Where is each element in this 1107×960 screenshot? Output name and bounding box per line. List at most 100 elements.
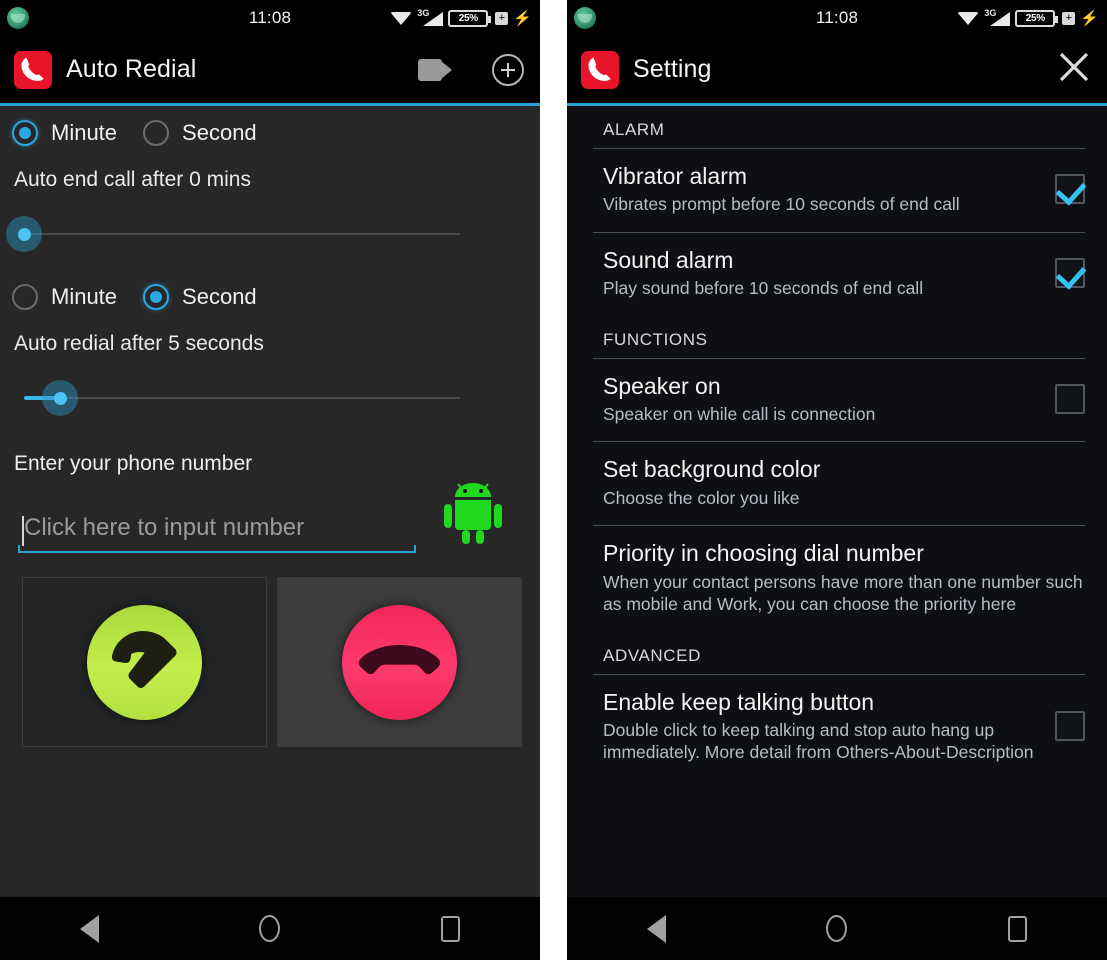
dual-screenshot-container: 11:08 3G 25% + ⚡ Auto Redial Minute Seco…	[0, 0, 1107, 960]
back-triangle-icon[interactable]	[80, 914, 100, 943]
radio-end-call-minute[interactable]	[12, 120, 38, 146]
screenshot-gutter	[540, 0, 567, 960]
setting-row-set-background-color[interactable]: Set background color Choose the color yo…	[567, 442, 1107, 525]
left-phone-screen: 11:08 3G 25% + ⚡ Auto Redial Minute Seco…	[0, 0, 540, 960]
phone-number-underline	[18, 551, 416, 553]
home-circle-icon[interactable]	[259, 915, 281, 942]
setting-row-vibrator-alarm[interactable]: Vibrator alarm Vibrates prompt before 10…	[567, 149, 1107, 232]
app-bar-actions-left	[418, 53, 524, 86]
close-x-glyph	[1059, 52, 1089, 82]
setting-row-enable-keep-talking[interactable]: Enable keep talking button Double click …	[567, 675, 1107, 780]
wifi-icon	[390, 11, 413, 26]
app-title-right: Setting	[633, 55, 712, 83]
call-action-buttons	[0, 553, 540, 747]
auto-redial-slider[interactable]	[0, 370, 540, 426]
radio-redial-second[interactable]	[143, 284, 170, 310]
setting-texts: Vibrator alarm Vibrates prompt before 10…	[603, 163, 1041, 216]
auto-end-call-slider-thumb[interactable]	[6, 216, 42, 252]
redial-unit-radio-group: Minute Second	[0, 262, 540, 310]
group-header-functions: FUNCTIONS	[603, 329, 708, 349]
setting-title: Enable keep talking button	[603, 688, 875, 715]
call-handset-glyph	[111, 630, 177, 688]
video-camera-body	[418, 58, 442, 81]
radio-end-call-second-label: Second	[182, 120, 257, 145]
green-call-button-icon	[87, 604, 202, 720]
setting-texts: Priority in choosing dial number When yo…	[603, 540, 1085, 615]
android-robot-glyph	[444, 483, 502, 544]
setting-title: Sound alarm	[603, 246, 734, 273]
setting-texts: Speaker on Speaker on while call is conn…	[603, 373, 1041, 426]
setting-subtitle: Double click to keep talking and stop au…	[603, 719, 1034, 763]
setting-row-sound-alarm[interactable]: Sound alarm Play sound before 10 seconds…	[567, 233, 1107, 316]
app-bar-left: Auto Redial	[0, 36, 540, 103]
auto-end-call-slider[interactable]	[0, 206, 540, 262]
signal-bars	[990, 12, 1011, 26]
video-camera-icon[interactable]	[418, 58, 452, 81]
battery-percent-label: 25%	[458, 12, 478, 24]
call-button[interactable]	[22, 577, 267, 747]
status-bar-left: 11:08 3G 25% + ⚡	[0, 0, 540, 36]
setting-subtitle: Choose the color you like	[603, 487, 800, 508]
auto-end-call-slider-track	[24, 233, 460, 235]
phone-number-input[interactable]	[18, 512, 416, 551]
battery-icon: 25%	[1015, 9, 1059, 27]
left-main-content: Minute Second Auto end call after 0 mins…	[0, 106, 540, 900]
battery-icon: 25%	[448, 9, 492, 27]
recent-apps-square-icon[interactable]	[1007, 915, 1027, 942]
setting-texts: Enable keep talking button Double click …	[603, 689, 1041, 764]
auto-end-call-description: Auto end call after 0 mins	[14, 168, 251, 191]
setting-texts: Sound alarm Play sound before 10 seconds…	[603, 247, 1041, 300]
app-bar-actions-right	[1057, 50, 1091, 89]
radio-redial-minute-label: Minute	[51, 284, 118, 309]
app-bar-right: Setting	[567, 36, 1107, 103]
checkbox-speaker-on[interactable]	[1055, 384, 1085, 415]
status-bar-right: 11:08 3G 25% + ⚡	[567, 0, 1107, 36]
cellular-signal-icon: 3G	[417, 8, 444, 26]
setting-subtitle: Speaker on while call is connection	[603, 404, 876, 425]
handset-glyph	[588, 57, 611, 81]
setting-subtitle: Vibrates prompt before 10 seconds of end…	[603, 194, 960, 215]
phone-number-field-wrap	[18, 512, 416, 553]
right-phone-screen: 11:08 3G 25% + ⚡ Setting ALARM Vibrator …	[567, 0, 1107, 960]
checkbox-enable-keep-talking[interactable]	[1055, 711, 1085, 742]
red-hangup-button-icon	[342, 604, 457, 720]
home-circle-icon[interactable]	[826, 915, 848, 942]
video-camera-lens	[441, 60, 452, 79]
navigation-bar-left	[0, 897, 540, 960]
text-caret	[22, 516, 24, 546]
auto-redial-slider-thumb[interactable]	[42, 380, 78, 416]
setting-title: Speaker on	[603, 372, 721, 399]
plus-circle-icon[interactable]	[492, 53, 524, 86]
recent-apps-square-icon[interactable]	[440, 915, 460, 942]
auto-redial-description: Auto redial after 5 seconds	[14, 332, 264, 355]
handset-glyph	[21, 57, 44, 81]
battery-percent-label: 25%	[1025, 12, 1045, 24]
wifi-icon	[957, 11, 980, 26]
group-header-alarm: ALARM	[603, 120, 665, 139]
radio-redial-second-label: Second	[182, 284, 257, 309]
setting-row-speaker-on[interactable]: Speaker on Speaker on while call is conn…	[567, 359, 1107, 442]
setting-texts: Set background color Choose the color yo…	[603, 456, 1085, 509]
setting-subtitle: When your contact persons have more than…	[603, 571, 1083, 615]
setting-row-priority-dial-number[interactable]: Priority in choosing dial number When yo…	[567, 526, 1107, 631]
phone-number-row	[0, 476, 540, 553]
setting-title: Vibrator alarm	[603, 163, 748, 189]
checkbox-vibrator-alarm[interactable]	[1055, 174, 1085, 205]
checkbox-sound-alarm[interactable]	[1055, 258, 1085, 289]
group-header-advanced: ADVANCED	[603, 645, 702, 665]
radio-redial-minute[interactable]	[12, 284, 38, 310]
setting-subtitle: Play sound before 10 seconds of end call	[603, 278, 924, 299]
auto-redial-slider-track	[24, 397, 460, 399]
back-triangle-icon[interactable]	[647, 914, 667, 943]
cellular-signal-icon: 3G	[984, 8, 1011, 26]
signal-bars	[423, 12, 444, 26]
hangup-button[interactable]	[277, 577, 522, 747]
radio-end-call-minute-label: Minute	[51, 120, 118, 145]
radio-end-call-second[interactable]	[143, 120, 170, 146]
end-call-unit-radio-group: Minute Second	[0, 106, 540, 146]
app-title-left: Auto Redial	[66, 55, 197, 83]
phone-number-label: Enter your phone number	[14, 452, 253, 475]
close-x-icon[interactable]	[1057, 50, 1091, 89]
android-robot-icon[interactable]	[444, 482, 502, 549]
settings-list[interactable]: ALARM Vibrator alarm Vibrates prompt bef…	[567, 106, 1107, 900]
